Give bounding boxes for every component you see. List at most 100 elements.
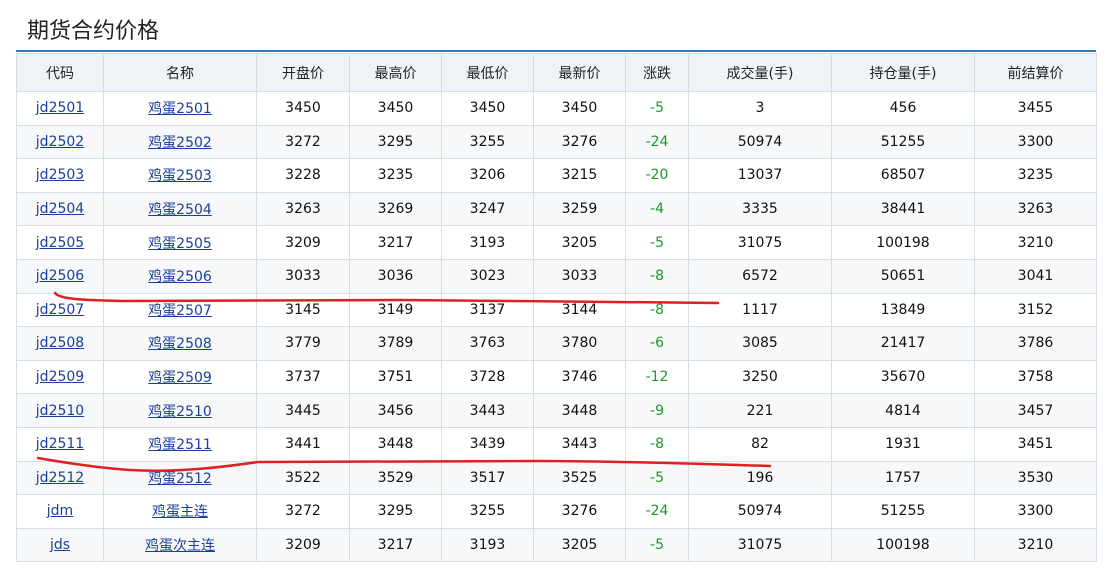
table-row: jd2504 鸡蛋2504 3263 3269 3247 3259 -4 3335 38441 3… (16, 191, 1097, 227)
cell-code: jd2508 (16, 326, 104, 361)
contract-name-link[interactable]: 鸡蛋2506 (148, 269, 212, 285)
contract-code-link[interactable]: jd2508 (36, 335, 84, 351)
table-row: jd2506 鸡蛋2506 3033 3036 3023 3033 -8 6572 50651 3… (16, 258, 1097, 294)
cell-open: 3145 (256, 292, 350, 328)
header-open: 开盘价 (256, 53, 350, 92)
cell-name: 鸡蛋2510 (103, 393, 257, 428)
contract-name-link[interactable]: 鸡蛋2512 (148, 471, 212, 487)
cell-volume: 221 (688, 393, 832, 428)
contract-code-link[interactable]: jd2503 (36, 167, 84, 183)
cell-low: 3247 (441, 191, 534, 227)
cell-code: jd2510 (16, 393, 104, 428)
table-body: jd2501 鸡蛋2501 3450 3450 3450 3450 -5 3 456 3455 jd… (16, 91, 1097, 563)
contract-code-link[interactable]: jd2505 (36, 235, 84, 251)
cell-open: 3033 (256, 258, 350, 294)
cell-prev-settle: 3786 (974, 326, 1097, 361)
cell-name: 鸡蛋2511 (103, 426, 257, 462)
cell-code: jd2506 (16, 258, 104, 294)
cell-high: 3448 (349, 426, 442, 462)
contract-name-link[interactable]: 鸡蛋2511 (148, 437, 212, 453)
cell-open: 3441 (256, 426, 350, 462)
contract-name-link[interactable]: 鸡蛋2508 (148, 336, 212, 352)
contract-code-link[interactable]: jd2511 (36, 436, 84, 452)
cell-volume: 1117 (688, 292, 832, 328)
cell-open-interest: 68507 (831, 158, 975, 193)
cell-high: 3149 (349, 292, 442, 328)
contract-name-link[interactable]: 鸡蛋2505 (148, 236, 212, 252)
contract-code-link[interactable]: jds (50, 537, 70, 553)
cell-change: -8 (625, 258, 689, 294)
cell-change: -5 (625, 91, 689, 126)
contract-name-link[interactable]: 鸡蛋2503 (148, 168, 212, 184)
cell-open: 3228 (256, 158, 350, 193)
cell-name: 鸡蛋2512 (103, 460, 257, 496)
contract-code-link[interactable]: jd2506 (36, 268, 84, 284)
cell-code: jd2503 (16, 158, 104, 193)
cell-low: 3193 (441, 225, 534, 260)
contract-name-link[interactable]: 鸡蛋主连 (152, 504, 208, 520)
cell-code: jd2502 (16, 124, 104, 160)
table-row: jd2508 鸡蛋2508 3779 3789 3763 3780 -6 3085 21417 3… (16, 326, 1097, 361)
table-row: jd2512 鸡蛋2512 3522 3529 3517 3525 -5 196 1757 353… (16, 460, 1097, 496)
cell-name: 鸡蛋2501 (103, 91, 257, 126)
cell-latest: 3525 (533, 460, 626, 496)
cell-open-interest: 4814 (831, 393, 975, 428)
cell-high: 3036 (349, 258, 442, 294)
cell-name: 鸡蛋2508 (103, 326, 257, 361)
contract-name-link[interactable]: 鸡蛋2510 (148, 404, 212, 420)
contract-code-link[interactable]: jd2509 (36, 369, 84, 385)
cell-code: jd2505 (16, 225, 104, 260)
cell-low: 3137 (441, 292, 534, 328)
table-row: jd2511 鸡蛋2511 3441 3448 3439 3443 -8 82 1931 3451 (16, 426, 1097, 462)
cell-volume: 31075 (688, 527, 832, 563)
contract-code-link[interactable]: jd2502 (36, 134, 84, 150)
contract-code-link[interactable]: jdm (47, 503, 73, 519)
table-row: jd2505 鸡蛋2505 3209 3217 3193 3205 -5 31075 10019… (16, 225, 1097, 260)
cell-name: 鸡蛋2503 (103, 158, 257, 193)
table-row: jds 鸡蛋次主连 3209 3217 3193 3205 -5 31075 100198 321… (16, 527, 1097, 563)
cell-high: 3217 (349, 225, 442, 260)
cell-open: 3272 (256, 124, 350, 160)
cell-volume: 82 (688, 426, 832, 462)
contract-code-link[interactable]: jd2512 (36, 470, 84, 486)
cell-change: -24 (625, 124, 689, 160)
cell-name: 鸡蛋2505 (103, 225, 257, 260)
cell-open-interest: 51255 (831, 124, 975, 160)
contract-name-link[interactable]: 鸡蛋2502 (148, 135, 212, 151)
cell-name: 鸡蛋2507 (103, 292, 257, 328)
cell-volume: 31075 (688, 225, 832, 260)
contract-code-link[interactable]: jd2501 (36, 100, 84, 116)
contract-name-link[interactable]: 鸡蛋2501 (148, 101, 212, 117)
cell-low: 3255 (441, 124, 534, 160)
contract-name-link[interactable]: 鸡蛋2504 (148, 202, 212, 218)
contract-name-link[interactable]: 鸡蛋2509 (148, 370, 212, 386)
contract-code-link[interactable]: jd2504 (36, 201, 84, 217)
cell-change: -5 (625, 527, 689, 563)
cell-low: 3443 (441, 393, 534, 428)
cell-latest: 3450 (533, 91, 626, 126)
table-row: jd2503 鸡蛋2503 3228 3235 3206 3215 -20 13037 6850… (16, 158, 1097, 193)
table-row: jd2510 鸡蛋2510 3445 3456 3443 3448 -9 221 4814 345… (16, 393, 1097, 428)
cell-high: 3789 (349, 326, 442, 361)
contract-code-link[interactable]: jd2510 (36, 403, 84, 419)
cell-volume: 50974 (688, 494, 832, 529)
cell-open: 3272 (256, 494, 350, 529)
header-change: 涨跌 (625, 53, 689, 92)
cell-latest: 3033 (533, 258, 626, 294)
contract-code-link[interactable]: jd2507 (36, 302, 84, 318)
cell-volume: 3335 (688, 191, 832, 227)
cell-name: 鸡蛋2502 (103, 124, 257, 160)
cell-name: 鸡蛋次主连 (103, 527, 257, 563)
contract-name-link[interactable]: 鸡蛋2507 (148, 303, 212, 319)
cell-change: -8 (625, 292, 689, 328)
cell-open-interest: 1757 (831, 460, 975, 496)
header-code: 代码 (16, 53, 104, 92)
cell-high: 3295 (349, 124, 442, 160)
cell-open: 3450 (256, 91, 350, 126)
cell-volume: 50974 (688, 124, 832, 160)
contract-name-link[interactable]: 鸡蛋次主连 (145, 538, 215, 554)
header-prev-settle: 前结算价 (974, 53, 1097, 92)
cell-name: 鸡蛋2504 (103, 191, 257, 227)
cell-prev-settle: 3457 (974, 393, 1097, 428)
cell-name: 鸡蛋主连 (103, 494, 257, 529)
